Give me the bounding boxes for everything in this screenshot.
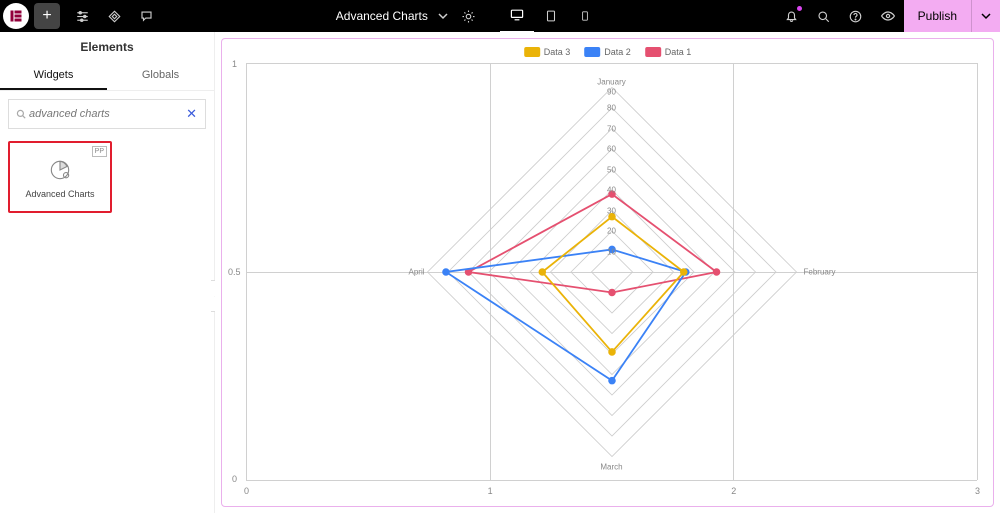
radar-label-bottom: March [600,462,622,471]
rtick: 10 [607,247,616,256]
rtick: 70 [607,124,616,133]
chart-pie-icon [47,157,73,183]
rtick: 40 [607,185,616,194]
chart-axes: 1 0.5 0 0 1 2 3 [246,63,977,480]
widget-label: Advanced Charts [25,189,94,199]
legend-item-data1[interactable]: Data 1 [645,47,692,57]
tab-widgets[interactable]: Widgets [0,62,107,90]
legend-item-data2[interactable]: Data 2 [584,47,631,57]
widget-badge: PP [92,146,107,157]
rtick: 60 [607,144,616,153]
widget-search-input[interactable] [27,107,184,121]
search-icon [15,108,27,120]
y-tick: 0 [232,474,237,484]
radar-label-top: January [597,77,625,86]
legend-item-data3[interactable]: Data 3 [524,47,571,57]
rtick: 80 [607,103,616,112]
page-name[interactable]: Advanced Charts [336,9,428,23]
rtick: 90 [607,87,616,96]
device-tablet[interactable] [534,0,568,32]
structure-icon[interactable] [98,0,130,32]
panel-title: Elements [0,32,214,62]
chart-legend: Data 3 Data 2 Data 1 [524,47,692,57]
y-tick: 0.5 [228,267,241,277]
x-tick: 3 [975,486,980,496]
help-icon[interactable] [840,0,872,32]
x-tick: 0 [244,486,249,496]
elementor-logo[interactable] [3,3,29,29]
device-mobile[interactable] [568,0,602,32]
radar-label-right: February [803,267,835,276]
rtick: 20 [607,226,616,235]
topbar: + Advanced Charts [0,0,1000,32]
y-tick: 1 [232,59,237,69]
notifications-icon[interactable] [776,0,808,32]
comment-icon[interactable] [130,0,162,32]
chart-container[interactable]: Data 3 Data 2 Data 1 1 0.5 0 0 1 2 3 [221,38,994,507]
radar-label-left: April [408,267,424,276]
x-tick: 2 [731,486,736,496]
editor-canvas: Data 3 Data 2 Data 1 1 0.5 0 0 1 2 3 [215,32,1000,513]
rtick: 50 [607,165,616,174]
add-element-button[interactable]: + [34,3,60,29]
search-icon[interactable] [808,0,840,32]
widget-advanced-charts[interactable]: PP Advanced Charts [8,141,112,213]
page-settings-icon[interactable] [456,0,482,32]
preview-icon[interactable] [872,0,904,32]
elements-panel: Elements Widgets Globals ✕ PP Advanced C… [0,32,215,513]
tab-globals[interactable]: Globals [107,62,214,90]
rtick: 30 [607,206,616,215]
clear-search-icon[interactable]: ✕ [184,106,199,122]
widget-search[interactable]: ✕ [8,99,206,129]
chevron-down-icon[interactable] [438,11,448,21]
publish-button[interactable]: Publish [904,0,971,32]
settings-sliders-icon[interactable] [66,0,98,32]
device-desktop[interactable] [500,0,534,33]
publish-dropdown[interactable] [971,0,1000,32]
x-tick: 1 [488,486,493,496]
